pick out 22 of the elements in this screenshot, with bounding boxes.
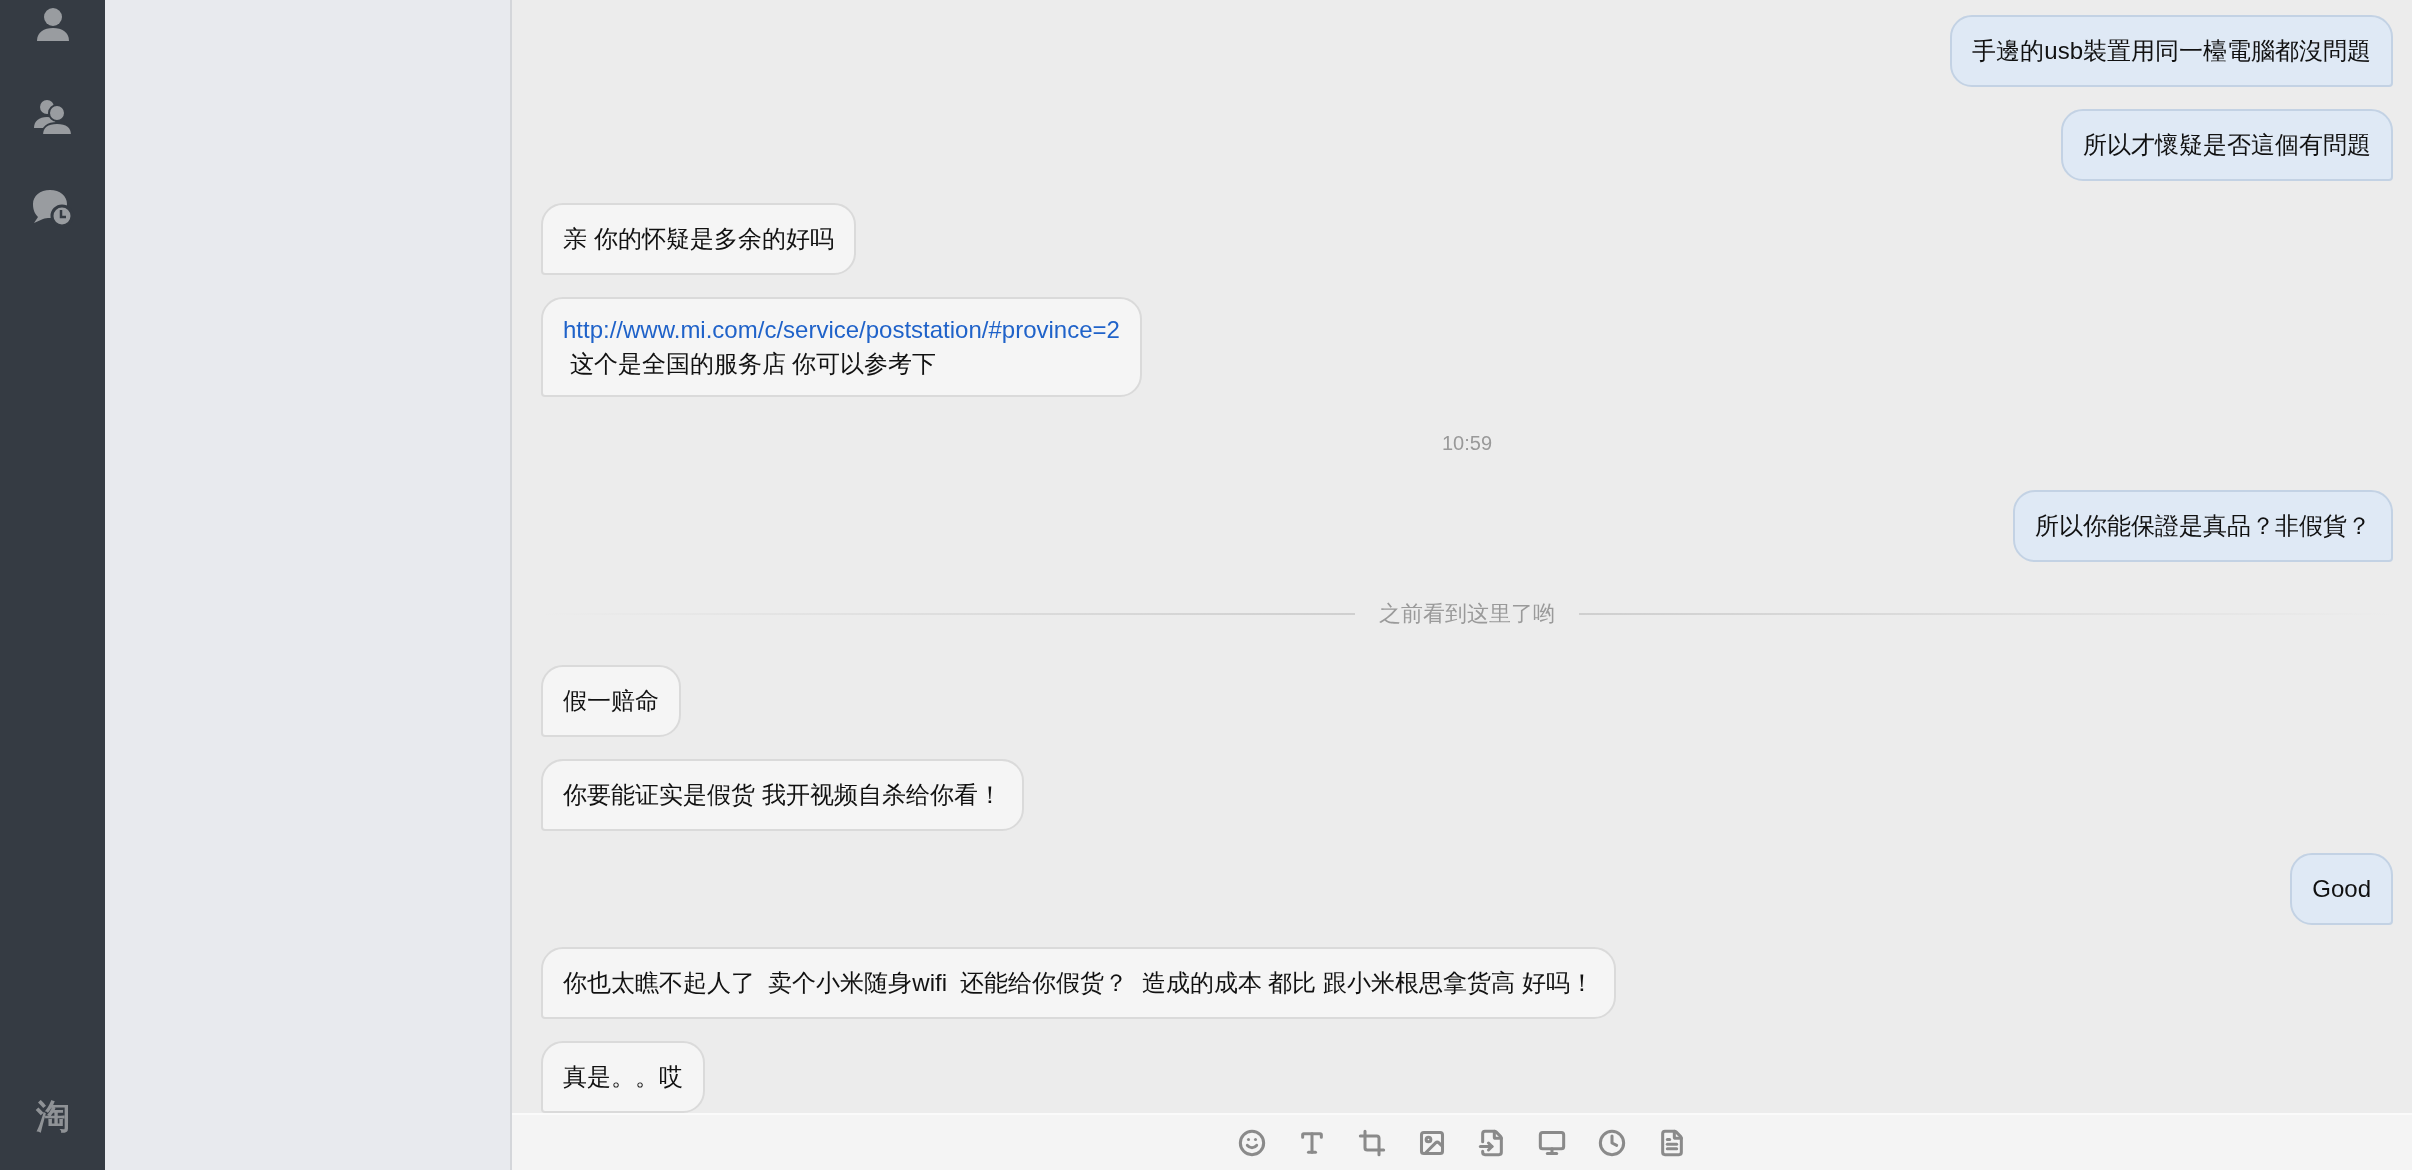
crop-icon[interactable] [1358,1128,1386,1157]
smiley-icon[interactable] [1238,1128,1266,1157]
message-text: 这个是全国的服务店 你可以参考下 [568,349,938,379]
monitor-icon[interactable] [1538,1128,1566,1157]
message-bubble: 你也太瞧不起人了 卖个小米随身wifi 还能给你假货？ 造成的成本 都比 跟小米根思拿货高 好吗！ [541,947,1616,1019]
document-icon[interactable] [1658,1128,1686,1157]
timestamp: 10:59 [1441,432,1493,456]
image-icon[interactable] [1418,1128,1446,1157]
message-bubble: 亲 你的怀疑是多余的好吗 [541,203,856,275]
message-bubble: 所以你能保證是真品？非假貨？ [2013,490,2393,563]
message-bubble: 手邊的usb裝置用同一檯電腦都沒問題 [1950,15,2393,87]
chat-clock-icon[interactable] [31,188,74,228]
read-marker-text: 之前看到这里了哟 [1379,599,1555,628]
link[interactable]: http://www.mi.com/c/service/poststation/#province=2 [563,313,1120,347]
file-arrow-icon[interactable] [1478,1128,1506,1157]
message-bubble: Good [2290,853,2393,925]
clock-icon[interactable] [1598,1128,1626,1157]
message-bubble: 真是。。哎 [541,1041,705,1113]
message-bubble: 你要能证实是假货 我开视频自杀给你看！ [541,759,1024,831]
message-bubble: 假一赔命 [541,665,681,737]
logo[interactable]: 淘 [35,1094,70,1140]
message-bubble: 所以才懷疑是否這個有問題 [2061,109,2393,181]
